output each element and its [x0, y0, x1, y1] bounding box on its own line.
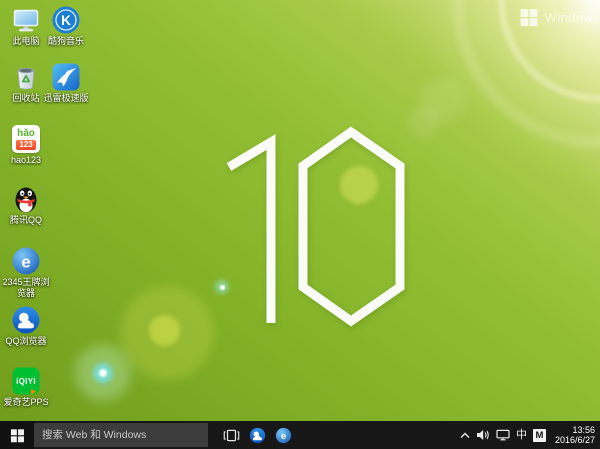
icon-label: 酷狗音乐 [48, 36, 84, 47]
bokeh-circle [420, 77, 466, 123]
iqiyi-icon: iQIYI [11, 366, 41, 396]
svg-text:e: e [280, 431, 286, 442]
qq-penguin-icon [11, 184, 41, 214]
svg-text:K: K [61, 13, 71, 28]
desktop-icon-qq-browser[interactable]: QQ浏览器 [0, 305, 52, 347]
icon-label: hao123 [11, 155, 41, 166]
cyan-glow [75, 345, 131, 401]
icon-label: 爱奇艺PPS [3, 397, 48, 408]
kugou-icon: K [51, 5, 81, 35]
taskbar-2345-browser-button[interactable]: e [272, 421, 294, 449]
search-input[interactable] [34, 429, 208, 441]
icon-label: 回收站 [12, 93, 39, 104]
start-button[interactable] [0, 421, 34, 449]
task-view-button[interactable] [220, 421, 242, 449]
clock-date: 2016/6/27 [555, 435, 595, 446]
desktop-icon-kugou-music[interactable]: K 酷狗音乐 [40, 5, 92, 47]
bokeh-circle [340, 166, 378, 204]
icon-label: 此电脑 [12, 36, 39, 47]
task-view-icon [223, 429, 240, 442]
ime-mode-indicator[interactable]: 中 [516, 430, 527, 441]
windows-watermark: Windows [520, 8, 600, 27]
svg-text:e: e [21, 253, 30, 272]
bokeh-circle [149, 315, 180, 346]
taskbar-clock[interactable]: 13:56 2016/6/27 [552, 425, 595, 446]
desktop-icon-2345-browser[interactable]: e 2345王牌浏览器 [0, 246, 52, 298]
windows-start-icon [10, 428, 25, 443]
windows-flag-icon [520, 8, 539, 27]
desktop-icon-hao123[interactable]: hǎo 123 hao123 [0, 124, 52, 166]
desktop-icon-thunder[interactable]: 迅雷极速版 [40, 62, 92, 104]
bokeh-circle [408, 106, 440, 138]
speaker-icon [476, 429, 490, 441]
cyan-glow [93, 363, 113, 383]
chevron-up-icon [460, 432, 470, 439]
2345-e-icon: e [275, 427, 292, 444]
taskbar-qq-browser-button[interactable] [246, 421, 268, 449]
desktop-icon-iqiyi-pps[interactable]: iQIYI 爱奇艺PPS [0, 366, 52, 408]
recycle-bin-icon [11, 62, 41, 92]
ime-brand-indicator[interactable]: M [533, 429, 546, 442]
sparkle [215, 280, 229, 294]
monitor-icon [11, 5, 41, 35]
qq-browser-icon [249, 427, 266, 444]
tray-overflow-button[interactable] [460, 432, 470, 439]
desktop-icon-tencent-qq[interactable]: 腾讯QQ [0, 184, 52, 226]
watermark-label: Windows [544, 10, 600, 25]
icon-label: 腾讯QQ [10, 215, 42, 226]
cyan-glow [99, 369, 107, 377]
system-tray: 中 M 13:56 2016/6/27 [460, 421, 600, 449]
thunder-bird-icon [51, 62, 81, 92]
2345-e-icon: e [11, 246, 41, 276]
hao123-icon: hǎo 123 [11, 124, 41, 154]
icon-label: 迅雷极速版 [43, 93, 88, 104]
volume-button[interactable] [476, 429, 490, 441]
sparkle [220, 285, 225, 290]
windows-10-desktop: Windows 此电脑 K 酷狗音乐 [0, 0, 600, 449]
network-icon [496, 429, 510, 441]
taskbar: e 中 [0, 421, 600, 449]
qq-browser-icon [11, 305, 41, 335]
taskbar-search-box[interactable] [34, 423, 208, 447]
clock-time: 13:56 [555, 425, 595, 436]
network-button[interactable] [496, 429, 510, 441]
bokeh-circle [120, 286, 214, 380]
icon-label: QQ浏览器 [5, 336, 46, 347]
icon-label: 2345王牌浏览器 [0, 277, 52, 298]
svg-text:iQIYI: iQIYI [16, 377, 36, 386]
